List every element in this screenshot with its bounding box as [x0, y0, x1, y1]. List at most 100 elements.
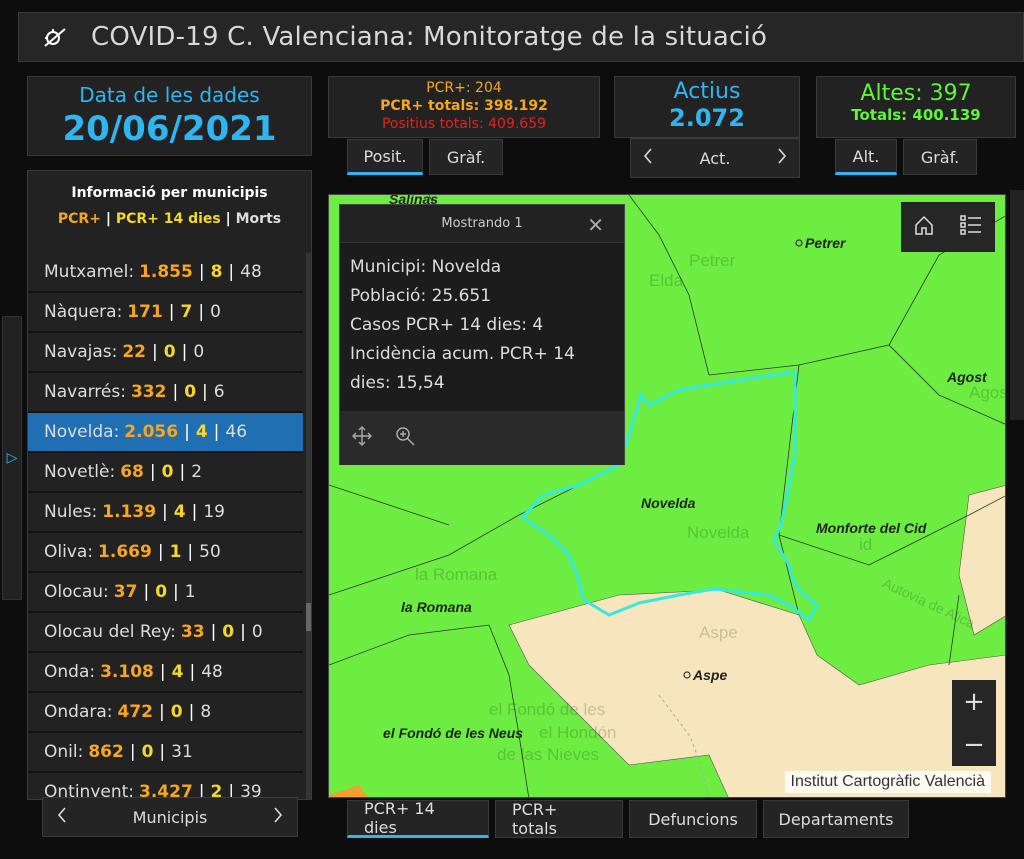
map-label-novelda: Novelda	[641, 495, 696, 511]
side-panel-toggle[interactable]: ▷	[2, 316, 22, 600]
tab-graf-altes[interactable]: Gràf.	[903, 139, 977, 175]
municipi-pcr: 1.139	[102, 502, 157, 522]
municipi-sep: |	[198, 302, 205, 322]
municipi-row[interactable]: Ondara: 472 | 0 | 8	[28, 693, 303, 733]
municipi-sep: |	[159, 702, 165, 722]
altes-panel: Altes: 397 Totals: 400.139	[816, 76, 1016, 138]
municipis-legend: PCR+ | PCR+ 14 dies | Morts	[28, 211, 311, 227]
actius-nav-label: Act.	[699, 148, 731, 168]
altes-totals: Totals: 400.139	[851, 106, 981, 124]
municipi-pcr: 171	[127, 302, 163, 322]
map-label-romana: la Romana	[401, 599, 472, 615]
municipi-pcr14: 0	[141, 742, 154, 762]
chevron-right-icon[interactable]	[777, 148, 787, 168]
popup-title: Mostrando 1	[441, 216, 523, 231]
municipi-morts: 50	[199, 542, 221, 562]
municipi-morts: 6	[213, 382, 225, 402]
municipi-pcr: 332	[130, 382, 167, 402]
map-label-romana-ghost: la Romana	[415, 565, 498, 584]
municipis-scrollbar[interactable]	[306, 253, 311, 799]
municipi-morts: 0	[210, 302, 221, 322]
map-label-petrer-ghost: Petrer	[689, 251, 736, 270]
chevron-left-icon[interactable]	[643, 148, 653, 168]
actius-panel: Actius 2.072	[614, 76, 800, 138]
municipi-row[interactable]: Ontinyent: 3.427 | 2 | 39	[28, 773, 303, 799]
map-tools	[901, 202, 995, 252]
municipi-row[interactable]: Novetlè: 68 | 0 | 2	[28, 453, 303, 493]
chevron-left-icon[interactable]	[57, 807, 67, 827]
zoom-in-button[interactable]: +	[963, 687, 985, 717]
altes-tabs: Alt. Gràf.	[835, 139, 977, 175]
municipi-pcr: 68	[120, 462, 144, 482]
popup-footer	[340, 411, 624, 465]
municipi-sep: |	[162, 502, 168, 522]
municipi-sep: |	[191, 502, 198, 522]
municipi-row[interactable]: Oliva: 1.669 | 1 | 50	[28, 533, 303, 573]
municipi-name: Onil:	[44, 742, 84, 762]
municipi-row[interactable]: Navajas: 22 | 0 | 0	[28, 333, 303, 373]
municipi-row[interactable]: Nules: 1.139 | 4 | 19	[28, 493, 303, 533]
municipi-morts: 0	[193, 342, 205, 362]
pan-icon[interactable]	[352, 426, 372, 450]
municipi-pcr: 37	[113, 582, 138, 602]
municipi-pcr14: 0	[222, 622, 235, 642]
tab-alt[interactable]: Alt.	[835, 139, 897, 175]
municipi-morts: 0	[251, 622, 263, 642]
layer-list-icon[interactable]	[959, 214, 983, 240]
municipi-sep: |	[179, 462, 186, 482]
municipi-pcr14: 0	[184, 382, 197, 402]
tab-pcr-14-dies[interactable]: PCR+ 14 dies	[347, 799, 489, 838]
municipi-row[interactable]: Mutxamel: 1.855 | 8 | 48	[28, 253, 303, 293]
municipi-row[interactable]: Novelda: 2.056 | 4 | 46	[28, 413, 303, 453]
municipi-pcr14: 0	[170, 702, 183, 722]
legend-pcr: PCR+	[57, 211, 101, 227]
close-icon[interactable]: ✕	[587, 213, 604, 237]
municipi-row[interactable]: Olocau del Rey: 33 | 0 | 0	[28, 613, 303, 653]
municipi-pcr: 22	[122, 342, 147, 362]
municipi-morts: 2	[191, 462, 203, 482]
tab-graf-pcr[interactable]: Gràf.	[429, 139, 503, 175]
zoom-out-button[interactable]: −	[963, 730, 985, 760]
municipi-row[interactable]: Nàquera: 171 | 7 | 0	[28, 293, 303, 333]
municipi-row[interactable]: Olocau: 37 | 0 | 1	[28, 573, 303, 613]
municipi-row[interactable]: Onil: 862 | 0 | 31	[28, 733, 303, 773]
municipis-title: Informació per municipis	[71, 185, 268, 201]
municipi-morts: 8	[200, 702, 212, 722]
popup-line: dies: 15,54	[350, 373, 445, 393]
zoom-to-icon[interactable]	[394, 425, 416, 451]
chevron-right-icon: ▷	[6, 450, 18, 466]
municipi-name: Onda:	[44, 662, 96, 682]
municipi-morts: 48	[201, 662, 223, 682]
municipi-row[interactable]: Onda: 3.108 | 4 | 48	[28, 653, 303, 693]
municipi-pcr14: 4	[171, 662, 184, 682]
scrollbar-thumb[interactable]	[306, 603, 311, 631]
municipis-panel: Informació per municipis PCR+ | PCR+ 14 …	[27, 170, 312, 800]
municipi-pcr14: 4	[173, 502, 186, 522]
map-label-monforte-ghost: id	[859, 535, 873, 554]
municipi-sep: |	[213, 422, 220, 442]
virus-crossed-icon	[41, 23, 69, 51]
municipi-name: Novetlè:	[44, 462, 116, 482]
municipi-row[interactable]: Navarrés: 332 | 0 | 6	[28, 373, 303, 413]
municipi-morts: 46	[225, 422, 248, 442]
map-label-fondo-ghost3: de las Nieves	[497, 745, 600, 764]
municipi-sep: |	[184, 422, 190, 442]
municipi-pcr: 3.108	[100, 662, 154, 682]
date-label: Data de les dades	[79, 83, 260, 107]
popup-line: Incidència acum. PCR+ 14	[350, 344, 575, 364]
map-label-elda-ghost: Elda	[649, 271, 684, 290]
pcr-tabs: Posit. Gràf.	[347, 139, 503, 175]
tab-defuncions[interactable]: Defuncions	[629, 800, 757, 838]
legend-sep: |	[225, 211, 231, 227]
app-header: COVID-19 C. Valenciana: Monitoratge de l…	[18, 12, 1024, 62]
chevron-right-icon[interactable]	[273, 807, 283, 827]
home-icon[interactable]	[913, 214, 935, 240]
municipi-sep: |	[173, 582, 179, 602]
tab-pcr-totals[interactable]: PCR+ totals	[495, 800, 623, 838]
tab-departaments[interactable]: Departaments	[763, 800, 909, 838]
map-label-agost-ghost: Agos	[969, 383, 1006, 402]
municipi-sep: |	[129, 742, 136, 762]
tab-posit[interactable]: Posit.	[347, 139, 423, 175]
municipis-list: Mutxamel: 1.855 | 8 | 48 Nàquera: 171 | 7 | 0 Navaja…	[28, 253, 303, 799]
map-label-monforte: Monforte del Cid	[816, 520, 927, 536]
